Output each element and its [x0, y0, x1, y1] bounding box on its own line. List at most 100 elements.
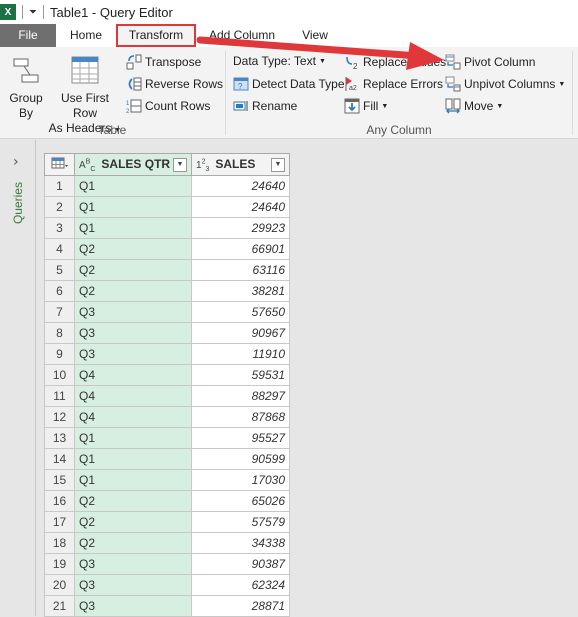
chevron-right-icon[interactable]: › — [13, 154, 19, 170]
table-row[interactable]: 9 Q3 11910 — [44, 343, 290, 365]
table-row[interactable]: 12 Q4 87868 — [44, 406, 290, 428]
row-number[interactable]: 19 — [44, 553, 75, 575]
cell-sales[interactable]: 24640 — [191, 196, 290, 218]
row-number[interactable]: 6 — [44, 280, 75, 302]
table-row[interactable]: 20 Q3 62324 — [44, 574, 290, 596]
cell-sales-qtr[interactable]: Q1 — [74, 196, 192, 218]
table-row[interactable]: 18 Q2 34338 — [44, 532, 290, 554]
cell-sales-qtr[interactable]: Q2 — [74, 238, 192, 260]
cell-sales[interactable]: 11910 — [191, 343, 290, 365]
cell-sales-qtr[interactable]: Q1 — [74, 448, 192, 470]
table-row[interactable]: 1 Q1 24640 — [44, 175, 290, 197]
cell-sales[interactable]: 90967 — [191, 322, 290, 344]
table-row[interactable]: 8 Q3 90967 — [44, 322, 290, 344]
table-row[interactable]: 11 Q4 88297 — [44, 385, 290, 407]
cell-sales[interactable]: 65026 — [191, 490, 290, 512]
row-number[interactable]: 10 — [44, 364, 75, 386]
row-number[interactable]: 21 — [44, 595, 75, 617]
cell-sales[interactable]: 28871 — [191, 595, 290, 617]
cell-sales[interactable]: 29923 — [191, 217, 290, 239]
reverse-rows-button[interactable]: Reverse Rows — [126, 76, 223, 92]
move-dropdown[interactable]: Move ▼ — [445, 98, 503, 114]
table-row[interactable]: 7 Q3 57650 — [44, 301, 290, 323]
cell-sales-qtr[interactable]: Q1 — [74, 175, 192, 197]
replace-errors-button[interactable]: a2 Replace Errors — [344, 76, 443, 92]
tab-transform[interactable]: Transform — [116, 24, 196, 47]
row-number[interactable]: 9 — [44, 343, 75, 365]
cell-sales[interactable]: 59531 — [191, 364, 290, 386]
tab-file[interactable]: File — [0, 24, 56, 47]
cell-sales-qtr[interactable]: Q3 — [74, 322, 192, 344]
row-number[interactable]: 8 — [44, 322, 75, 344]
row-number[interactable]: 17 — [44, 511, 75, 533]
table-row[interactable]: 17 Q2 57579 — [44, 511, 290, 533]
row-number[interactable]: 16 — [44, 490, 75, 512]
table-row[interactable]: 3 Q1 29923 — [44, 217, 290, 239]
cell-sales-qtr[interactable]: Q2 — [74, 490, 192, 512]
row-number[interactable]: 18 — [44, 532, 75, 554]
cell-sales[interactable]: 57650 — [191, 301, 290, 323]
row-number[interactable]: 11 — [44, 385, 75, 407]
row-number[interactable]: 3 — [44, 217, 75, 239]
table-menu-button[interactable] — [44, 153, 75, 176]
cell-sales-qtr[interactable]: Q2 — [74, 511, 192, 533]
cell-sales-qtr[interactable]: Q1 — [74, 427, 192, 449]
cell-sales[interactable]: 90387 — [191, 553, 290, 575]
rename-button[interactable]: Rename — [233, 98, 297, 114]
cell-sales-qtr[interactable]: Q2 — [74, 532, 192, 554]
table-row[interactable]: 2 Q1 24640 — [44, 196, 290, 218]
cell-sales[interactable]: 57579 — [191, 511, 290, 533]
quick-access-dropdown[interactable]: ⏷ — [29, 7, 37, 18]
cell-sales-qtr[interactable]: Q3 — [74, 343, 192, 365]
cell-sales[interactable]: 34338 — [191, 532, 290, 554]
data-type-dropdown[interactable]: Data Type: Text ▼ — [233, 54, 326, 68]
column-filter-dropdown[interactable]: ▼ — [173, 157, 187, 172]
cell-sales-qtr[interactable]: Q3 — [74, 595, 192, 617]
cell-sales[interactable]: 24640 — [191, 175, 290, 197]
row-number[interactable]: 1 — [44, 175, 75, 197]
cell-sales[interactable]: 62324 — [191, 574, 290, 596]
cell-sales-qtr[interactable]: Q1 — [74, 469, 192, 491]
cell-sales-qtr[interactable]: Q3 — [74, 301, 192, 323]
cell-sales[interactable]: 87868 — [191, 406, 290, 428]
cell-sales[interactable]: 66901 — [191, 238, 290, 260]
row-number[interactable]: 5 — [44, 259, 75, 281]
cell-sales-qtr[interactable]: Q3 — [74, 574, 192, 596]
column-header-sales-qtr[interactable]: ABC SALES QTR ▼ — [74, 153, 192, 176]
table-row[interactable]: 5 Q2 63116 — [44, 259, 290, 281]
row-number[interactable]: 7 — [44, 301, 75, 323]
cell-sales-qtr[interactable]: Q4 — [74, 406, 192, 428]
cell-sales[interactable]: 90599 — [191, 448, 290, 470]
column-header-sales[interactable]: 123 SALES ▼ — [191, 153, 290, 176]
table-row[interactable]: 19 Q3 90387 — [44, 553, 290, 575]
row-number[interactable]: 20 — [44, 574, 75, 596]
cell-sales-qtr[interactable]: Q4 — [74, 364, 192, 386]
number-type-icon[interactable]: 123 — [196, 158, 209, 172]
text-type-icon[interactable]: ABC — [79, 158, 95, 172]
table-row[interactable]: 10 Q4 59531 — [44, 364, 290, 386]
cell-sales[interactable]: 63116 — [191, 259, 290, 281]
cell-sales-qtr[interactable]: Q1 — [74, 217, 192, 239]
detect-data-type-button[interactable]: ? Detect Data Type — [233, 76, 345, 92]
table-row[interactable]: 14 Q1 90599 — [44, 448, 290, 470]
row-number[interactable]: 13 — [44, 427, 75, 449]
tab-view[interactable]: View — [290, 24, 340, 47]
unpivot-columns-dropdown[interactable]: Unpivot Columns ▼ — [445, 76, 565, 92]
fill-dropdown[interactable]: Fill ▼ — [344, 98, 388, 114]
table-row[interactable]: 13 Q1 95527 — [44, 427, 290, 449]
cell-sales[interactable]: 38281 — [191, 280, 290, 302]
cell-sales-qtr[interactable]: Q3 — [74, 553, 192, 575]
queries-pane[interactable]: › Queries — [0, 140, 36, 616]
cell-sales[interactable]: 88297 — [191, 385, 290, 407]
count-rows-button[interactable]: 12 Count Rows — [126, 98, 210, 114]
table-row[interactable]: 21 Q3 28871 — [44, 595, 290, 617]
transpose-button[interactable]: Transpose — [126, 54, 201, 70]
row-number[interactable]: 4 — [44, 238, 75, 260]
table-row[interactable]: 16 Q2 65026 — [44, 490, 290, 512]
cell-sales-qtr[interactable]: Q4 — [74, 385, 192, 407]
pivot-column-button[interactable]: Pivot Column — [445, 54, 535, 70]
row-number[interactable]: 12 — [44, 406, 75, 428]
replace-values-button[interactable]: 2 Replace Values — [344, 54, 446, 70]
tab-home[interactable]: Home — [56, 24, 116, 47]
group-by-button[interactable]: Group By — [6, 55, 46, 121]
